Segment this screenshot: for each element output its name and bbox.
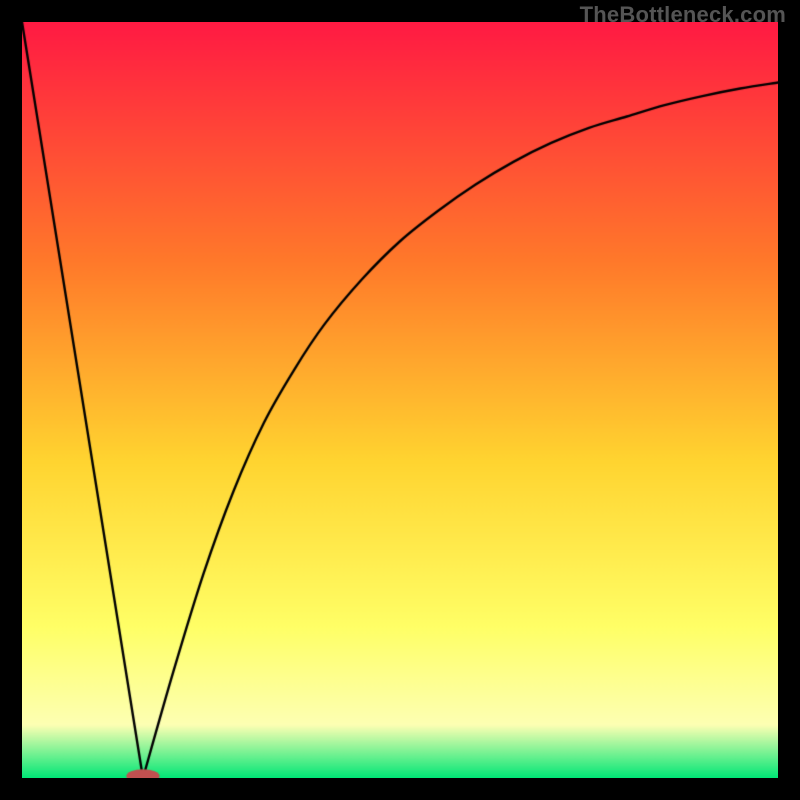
chart-canvas <box>22 22 778 778</box>
plot-area <box>22 22 778 778</box>
chart-container: TheBottleneck.com <box>0 0 800 800</box>
